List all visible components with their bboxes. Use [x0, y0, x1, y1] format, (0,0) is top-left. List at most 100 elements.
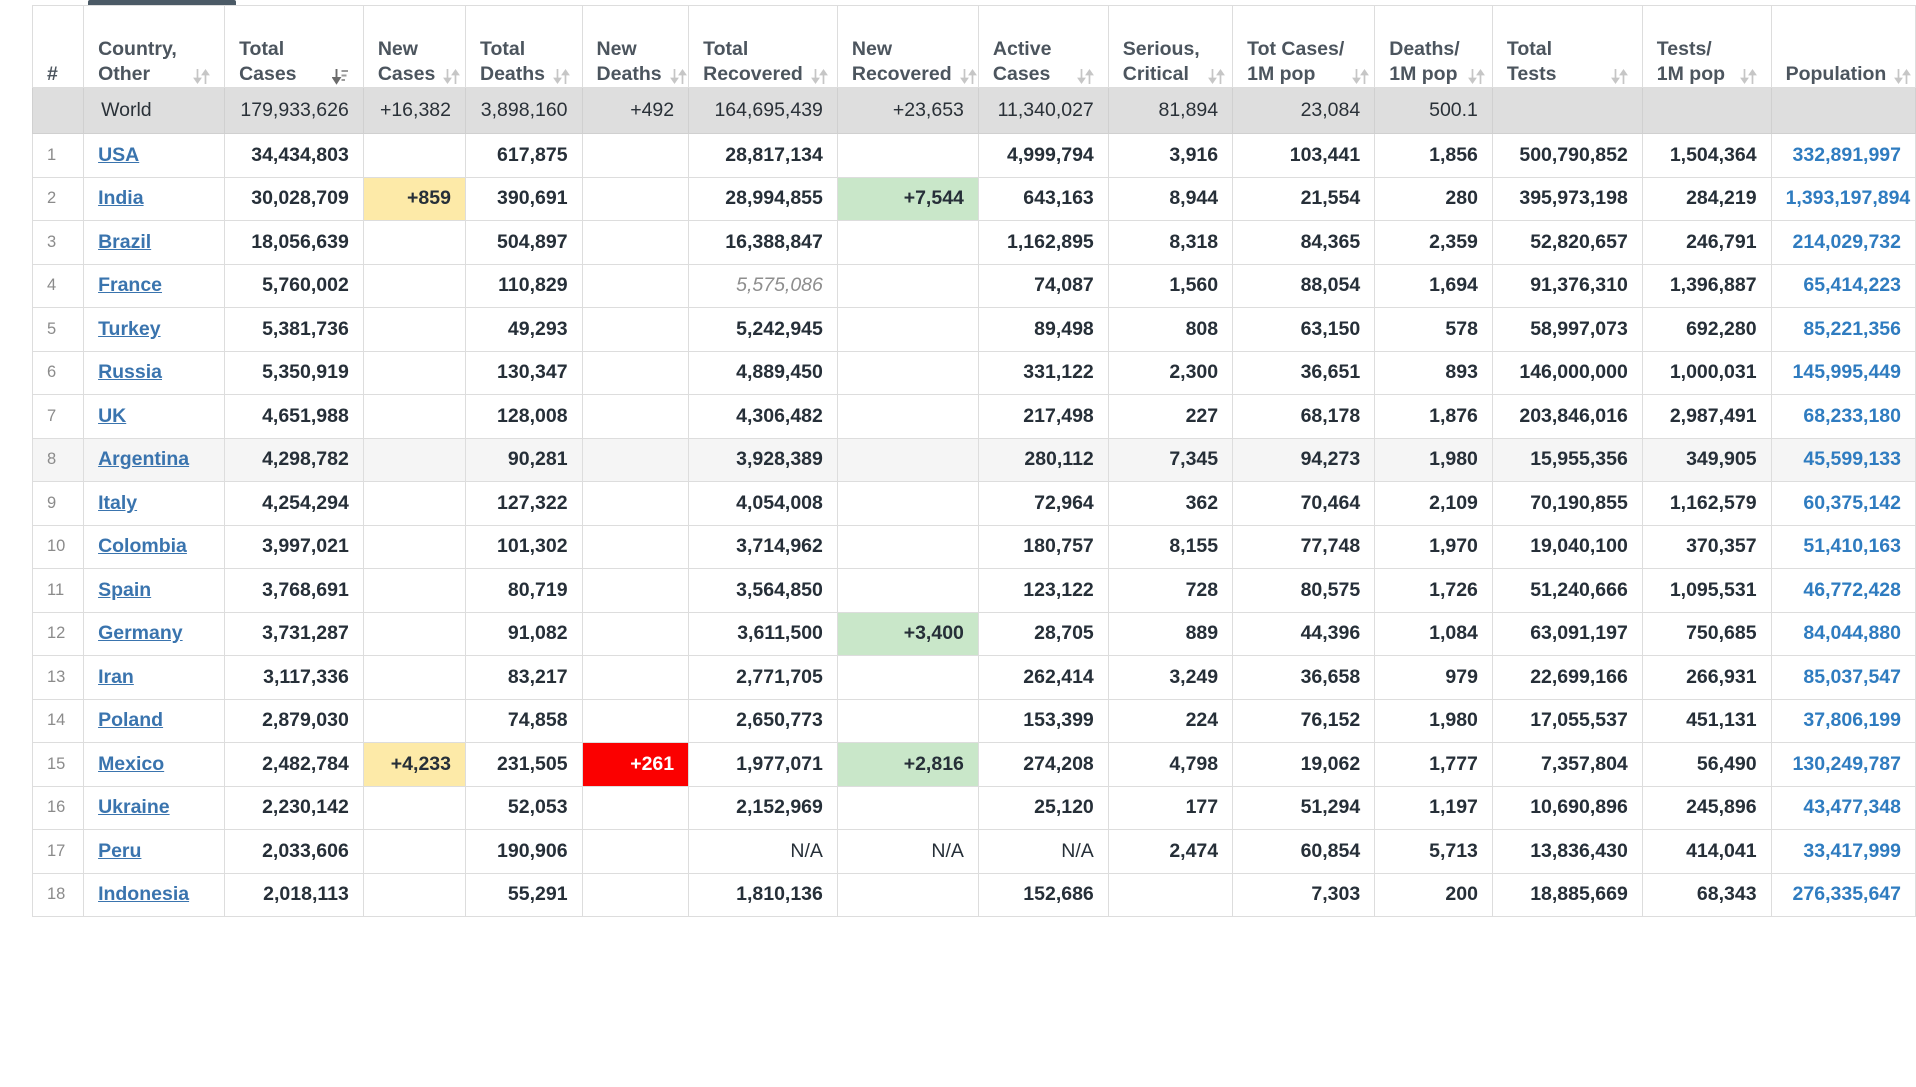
- column-header-active-cases[interactable]: Active Cases: [977, 5, 1109, 88]
- population-cell[interactable]: 65,414,223: [1770, 263, 1916, 308]
- country-cell[interactable]: India: [83, 176, 226, 221]
- country-link[interactable]: India: [98, 187, 144, 209]
- country-cell[interactable]: Indonesia: [83, 872, 226, 917]
- population-cell[interactable]: 33,417,999: [1770, 829, 1916, 874]
- country-cell[interactable]: Ukraine: [83, 785, 226, 830]
- table-row[interactable]: 14 Poland 2,879,030 74,858 2,650,773 153,399 2…: [32, 698, 1916, 743]
- country-cell[interactable]: Poland: [83, 698, 226, 743]
- population-cell[interactable]: 43,477,348: [1770, 785, 1916, 830]
- country-link[interactable]: Turkey: [98, 318, 161, 340]
- sort-both-icon[interactable]: [1076, 66, 1094, 87]
- country-cell[interactable]: USA: [83, 133, 226, 178]
- country-cell[interactable]: Brazil: [83, 220, 226, 265]
- country-link[interactable]: USA: [98, 144, 139, 166]
- population-cell[interactable]: 332,891,997: [1770, 133, 1916, 178]
- country-link[interactable]: Russia: [98, 361, 162, 383]
- column-header-new-deaths[interactable]: New Deaths: [581, 5, 690, 88]
- sort-both-icon[interactable]: [669, 66, 687, 87]
- table-row[interactable]: 18 Indonesia 2,018,113 55,291 1,810,136 152,6…: [32, 872, 1916, 917]
- sort-both-icon[interactable]: [1352, 66, 1370, 87]
- table-row[interactable]: 16 Ukraine 2,230,142 52,053 2,152,969 25,120 1…: [32, 785, 1916, 830]
- sort-both-icon[interactable]: [1894, 66, 1912, 87]
- country-cell[interactable]: Argentina: [83, 437, 226, 482]
- table-row[interactable]: 15 Mexico 2,482,784 +4,233 231,505 +261 1,977,…: [32, 742, 1916, 787]
- country-link[interactable]: France: [98, 274, 162, 296]
- country-cell[interactable]: Spain: [83, 568, 226, 613]
- country-cell[interactable]: Italy: [83, 481, 226, 526]
- sort-both-icon[interactable]: [193, 66, 210, 87]
- country-link[interactable]: Poland: [98, 709, 163, 731]
- sort-both-icon[interactable]: [553, 66, 570, 87]
- column-header-total-recovered[interactable]: Total Recovered: [688, 5, 838, 88]
- country-cell[interactable]: Iran: [83, 655, 226, 700]
- table-row[interactable]: 6 Russia 5,350,919 130,347 4,889,450 331,122 2…: [32, 350, 1916, 395]
- table-row[interactable]: 5 Turkey 5,381,736 49,293 5,242,945 89,498 808…: [32, 307, 1916, 352]
- population-cell[interactable]: 60,375,142: [1770, 481, 1916, 526]
- table-row[interactable]: 3 Brazil 18,056,639 504,897 16,388,847 1,162,…: [32, 220, 1916, 265]
- population-cell[interactable]: 1,393,197,894: [1770, 176, 1916, 221]
- population-cell[interactable]: 84,044,880: [1770, 611, 1916, 656]
- country-cell[interactable]: Colombia: [83, 524, 226, 569]
- column-header-total-deaths[interactable]: Total Deaths: [464, 5, 583, 88]
- column-header-tests-1m[interactable]: Tests/ 1M pop: [1641, 5, 1772, 88]
- population-cell[interactable]: 85,037,547: [1770, 655, 1916, 700]
- country-cell[interactable]: Russia: [83, 350, 226, 395]
- sort-desc-active-icon[interactable]: [331, 66, 349, 87]
- table-row[interactable]: 10 Colombia 3,997,021 101,302 3,714,962 180,7…: [32, 524, 1916, 569]
- column-header-new-cases[interactable]: New Cases: [362, 5, 466, 88]
- table-row[interactable]: 9 Italy 4,254,294 127,322 4,054,008 72,964 362…: [32, 481, 1916, 526]
- column-header-tot-cases-1m[interactable]: Tot Cases/ 1M pop: [1232, 5, 1376, 88]
- population-cell[interactable]: 145,995,449: [1770, 350, 1916, 395]
- population-cell[interactable]: 46,772,428: [1770, 568, 1916, 613]
- column-header-new-recovered[interactable]: New Recovered: [836, 5, 979, 88]
- country-link[interactable]: UK: [98, 405, 126, 427]
- country-link[interactable]: Iran: [98, 666, 134, 688]
- population-cell[interactable]: 45,599,133: [1770, 437, 1916, 482]
- population-cell[interactable]: 85,221,356: [1770, 307, 1916, 352]
- country-link[interactable]: Ukraine: [98, 796, 170, 818]
- country-link[interactable]: Brazil: [98, 231, 151, 253]
- country-link[interactable]: Germany: [98, 622, 183, 644]
- sort-both-icon[interactable]: [1207, 66, 1225, 87]
- table-row[interactable]: 8 Argentina 4,298,782 90,281 3,928,389 280,11…: [32, 437, 1916, 482]
- column-header-total-cases[interactable]: Total Cases: [224, 5, 364, 88]
- sort-both-icon[interactable]: [1739, 66, 1757, 87]
- column-header-country[interactable]: Country, Other: [83, 5, 226, 88]
- population-cell[interactable]: 68,233,180: [1770, 394, 1916, 439]
- country-cell[interactable]: France: [83, 263, 226, 308]
- country-cell[interactable]: UK: [83, 394, 226, 439]
- column-header-deaths-1m[interactable]: Deaths/ 1M pop: [1374, 5, 1493, 88]
- country-link[interactable]: Indonesia: [98, 883, 189, 905]
- sort-both-icon[interactable]: [443, 66, 461, 87]
- table-row[interactable]: 17 Peru 2,033,606 190,906 N/A N/A N/A 2,474 60,8…: [32, 829, 1916, 874]
- table-row[interactable]: 11 Spain 3,768,691 80,719 3,564,850 123,122 72…: [32, 568, 1916, 613]
- country-cell[interactable]: Mexico: [83, 742, 226, 787]
- country-link[interactable]: Italy: [98, 492, 137, 514]
- table-row[interactable]: 7 UK 4,651,988 128,008 4,306,482 217,498 227 68…: [32, 394, 1916, 439]
- sort-both-icon[interactable]: [1467, 66, 1485, 87]
- table-row[interactable]: 4 France 5,760,002 110,829 5,575,086 74,087 1,…: [32, 263, 1916, 308]
- country-link[interactable]: Colombia: [98, 535, 187, 557]
- population-cell[interactable]: 214,029,732: [1770, 220, 1916, 265]
- table-row[interactable]: 13 Iran 3,117,336 83,217 2,771,705 262,414 3,2…: [32, 655, 1916, 700]
- column-header-population[interactable]: Population: [1770, 5, 1916, 88]
- country-link[interactable]: Argentina: [98, 448, 189, 470]
- population-cell[interactable]: 37,806,199: [1770, 698, 1916, 743]
- column-header-total-tests[interactable]: Total Tests: [1491, 5, 1643, 88]
- table-row[interactable]: 2 India 30,028,709 +859 390,691 28,994,855 +7,…: [32, 176, 1916, 221]
- country-cell[interactable]: Peru: [83, 829, 226, 874]
- country-cell[interactable]: Turkey: [83, 307, 226, 352]
- population-cell[interactable]: 130,249,787: [1770, 742, 1916, 787]
- column-header-serious-critical[interactable]: Serious, Critical: [1107, 5, 1234, 88]
- sort-both-icon[interactable]: [1610, 66, 1628, 87]
- country-cell[interactable]: Germany: [83, 611, 226, 656]
- country-link[interactable]: Peru: [98, 840, 141, 862]
- population-cell[interactable]: 276,335,647: [1770, 872, 1916, 917]
- sort-both-icon[interactable]: [959, 66, 977, 87]
- country-link[interactable]: Spain: [98, 579, 151, 601]
- table-row[interactable]: 12 Germany 3,731,287 91,082 3,611,500 +3,400 2…: [32, 611, 1916, 656]
- column-header-rank[interactable]: #: [32, 5, 85, 88]
- table-row[interactable]: 1 USA 34,434,803 617,875 28,817,134 4,999,794…: [32, 133, 1916, 178]
- sort-both-icon[interactable]: [810, 66, 828, 87]
- country-link[interactable]: Mexico: [98, 753, 164, 775]
